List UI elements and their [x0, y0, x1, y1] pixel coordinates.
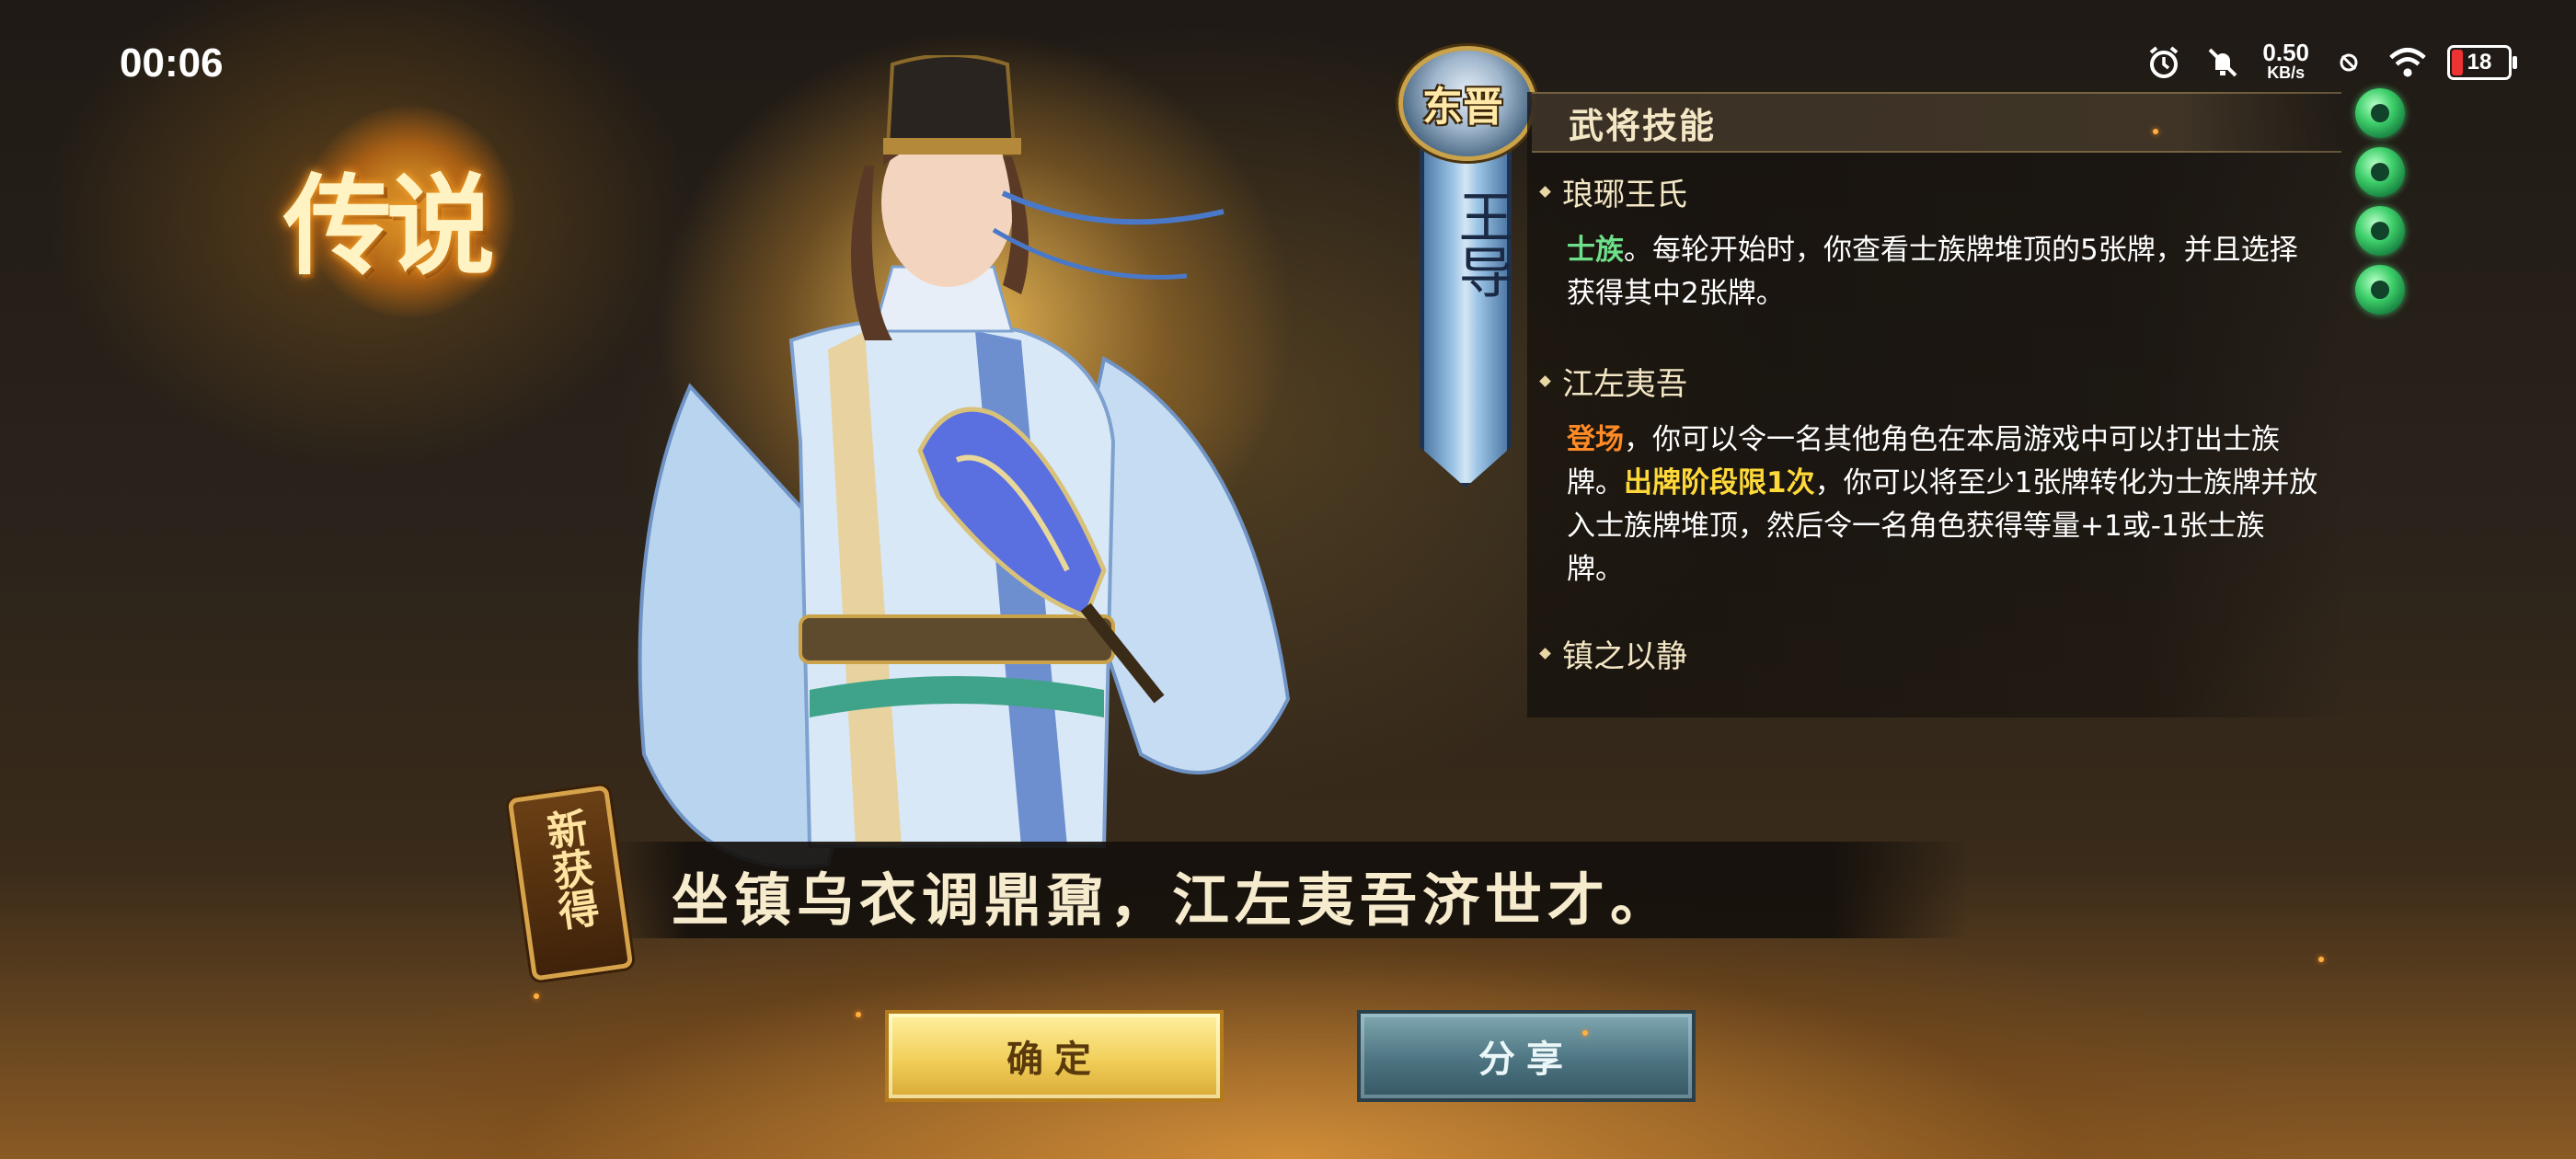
jade-icon — [2355, 147, 2405, 197]
kingdom-banner: 东晋 王导 — [1394, 46, 1536, 488]
skill-item[interactable]: 江左夷吾 登场，你可以令一名其他角色在本局游戏中可以打出士族牌。出牌阶段限1次，… — [1539, 359, 2351, 591]
net-speed: 0.50 KB/s — [2262, 39, 2309, 82]
hero-portrait — [515, 18, 1435, 883]
status-icons: 0.50 KB/s 18 — [2145, 39, 2517, 83]
hero-illustration — [638, 55, 1291, 869]
skill-name: 江左夷吾 — [1539, 359, 2351, 404]
rarity-label: 传说 — [282, 162, 495, 290]
ember-particle — [2153, 129, 2158, 134]
skill-keyword: 士族 — [1567, 234, 1624, 267]
ember-particle — [856, 1012, 861, 1017]
jade-icon — [2355, 88, 2405, 138]
hero-name: 王导 — [1449, 189, 1513, 299]
rarity-seal: 传说 — [230, 101, 543, 322]
bullet-icon — [1539, 648, 1551, 660]
mute-icon — [2203, 43, 2242, 82]
clock: 00:06 — [120, 40, 224, 86]
jade-tokens — [2355, 88, 2410, 324]
jade-icon — [2355, 206, 2405, 256]
skill-name: 琅琊王氏 — [1539, 169, 2351, 214]
ember-particle — [2318, 957, 2324, 962]
wifi-icon — [2388, 43, 2427, 82]
ember-particle — [1582, 1030, 1588, 1036]
skill-description: 登场，你可以令一名其他角色在本局游戏中可以打出士族牌。出牌阶段限1次，你可以将至… — [1567, 423, 2318, 586]
skill-item[interactable]: 镇之以静 — [1539, 631, 2351, 676]
skill-keyword: 出牌阶段限1次 — [1624, 466, 1815, 499]
confirm-button[interactable]: 确定 — [885, 1010, 1224, 1102]
skill-name: 镇之以静 — [1539, 631, 2351, 676]
skill-keyword: 登场 — [1567, 423, 1624, 456]
skill-item[interactable]: 琅琊王氏 士族。每轮开始时，你查看士族牌堆顶的5张牌，并且选择获得其中2张牌。 — [1539, 169, 2351, 316]
bullet-icon — [1539, 375, 1551, 387]
hero-quote: 坐镇乌衣调鼎鼐，江左夷吾济世才。 — [672, 866, 1673, 934]
vpn-off-icon — [2329, 43, 2368, 82]
battery-icon: 18 — [2447, 45, 2517, 80]
bullet-icon — [1539, 186, 1551, 198]
skills-title: 武将技能 — [1569, 105, 1717, 146]
jade-icon — [2355, 265, 2405, 315]
share-button[interactable]: 分享 — [1357, 1010, 1696, 1102]
skill-description: 士族。每轮开始时，你查看士族牌堆顶的5张牌，并且选择获得其中2张牌。 — [1567, 234, 2298, 310]
kingdom-label: 东晋 — [1422, 84, 1503, 131]
ember-particle — [534, 993, 539, 999]
alarm-icon — [2145, 43, 2183, 82]
